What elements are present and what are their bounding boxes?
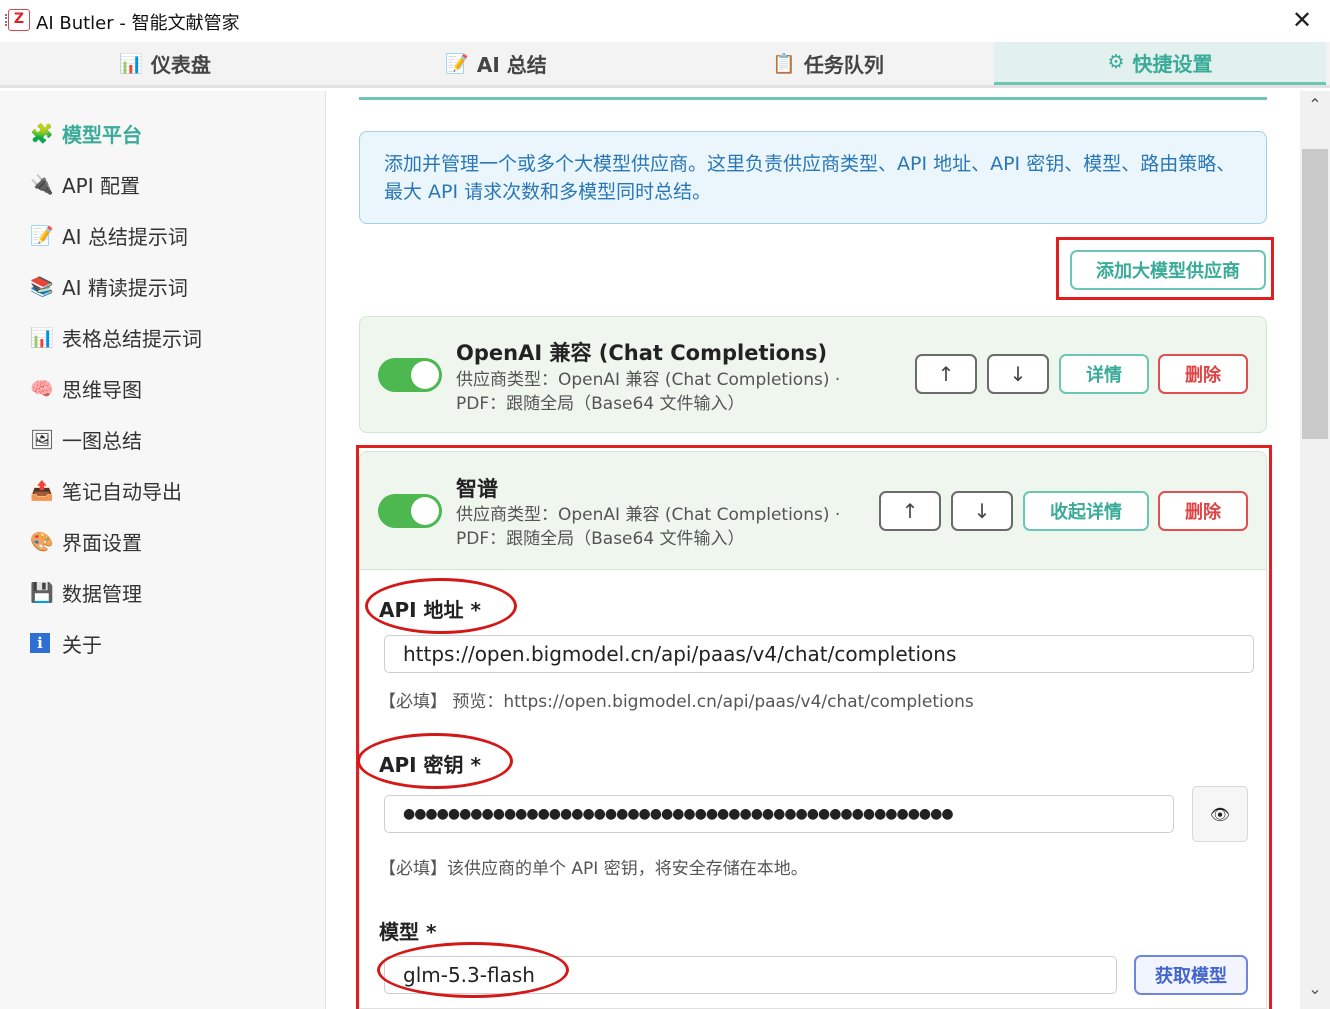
provider-name: OpenAI 兼容 (Chat Completions) <box>456 341 828 365</box>
collapse-details-button[interactable]: 收起详情 <box>1023 491 1149 531</box>
provider-name: 智谱 <box>456 477 498 501</box>
sidebar-item-label: AI 总结提示词 <box>62 224 188 249</box>
fetch-models-button[interactable]: 获取模型 <box>1134 955 1248 995</box>
sidebar-item-api-config[interactable]: 🔌 API 配置 <box>30 167 140 201</box>
sidebar-item-label: API 配置 <box>62 173 140 198</box>
tab-quick-settings[interactable]: ⚙ 快捷设置 <box>994 42 1326 85</box>
api-url-label: API 地址 * <box>379 598 481 622</box>
close-button[interactable]: ✕ <box>1288 6 1316 34</box>
sidebar-item-data-management[interactable]: 💾 数据管理 <box>30 575 142 609</box>
model-label: 模型 * <box>379 920 437 944</box>
top-tab-bar: 📊 仪表盘 📝 AI 总结 📋 任务队列 ⚙ 快捷设置 <box>0 42 1330 88</box>
details-button[interactable]: 详情 <box>1059 354 1149 394</box>
sidebar-item-note-export[interactable]: 📤 笔记自动导出 <box>30 473 182 507</box>
outbox-icon: 📤 <box>30 479 54 502</box>
content-scrollbar[interactable]: ⌃ ⌄ <box>1300 91 1330 1009</box>
sidebar-item-label: 一图总结 <box>62 428 142 453</box>
puzzle-icon: 🧩 <box>30 122 54 145</box>
bar-chart-icon: 📊 <box>30 326 54 349</box>
sidebar-item-mindmap[interactable]: 🧠 思维导图 <box>30 371 142 405</box>
sidebar-item-ui-settings[interactable]: 🎨 界面设置 <box>30 524 142 558</box>
api-url-input[interactable]: https://open.bigmodel.cn/api/paas/v4/cha… <box>384 635 1254 673</box>
provider-card-openai: OpenAI 兼容 (Chat Completions) 供应商类型：OpenA… <box>359 316 1267 433</box>
move-down-button[interactable]: ↓ <box>987 354 1049 394</box>
provider-enable-toggle[interactable] <box>378 494 442 528</box>
tab-ai-summary[interactable]: 📝 AI 总结 <box>330 42 662 85</box>
palette-icon: 🎨 <box>30 530 54 553</box>
brain-icon: 🧠 <box>30 377 54 400</box>
sidebar-item-summary-prompt[interactable]: 📝 AI 总结提示词 <box>30 218 188 252</box>
sidebar-item-label: 模型平台 <box>62 122 142 147</box>
tab-dashboard[interactable]: 📊 仪表盘 <box>0 42 330 85</box>
model-input[interactable]: glm-5.3-flash <box>384 956 1117 994</box>
scroll-up-arrow-icon[interactable]: ⌃ <box>1305 95 1325 115</box>
move-up-button[interactable]: ↑ <box>879 491 941 531</box>
delete-button[interactable]: 删除 <box>1158 491 1248 531</box>
title-bar: Z AI Butler - 智能文献管家 ✕ <box>0 0 1330 42</box>
sidebar-item-label: 笔记自动导出 <box>62 479 182 504</box>
model-value: glm-5.3-flash <box>403 963 535 987</box>
memo-icon: 📝 <box>30 224 54 247</box>
api-key-hint: 【必填】该供应商的单个 API 密钥，将安全存储在本地。 <box>379 859 808 879</box>
provider-details-form: API 地址 * https://open.bigmodel.cn/api/pa… <box>359 570 1267 1009</box>
provider-pdf-text: PDF：跟随全局（Base64 文件输入） <box>456 529 745 549</box>
api-url-hint: 【必填】 预览：https://open.bigmodel.cn/api/paa… <box>379 692 974 712</box>
picture-icon: 🖼 <box>30 428 55 451</box>
move-up-button[interactable]: ↑ <box>915 354 977 394</box>
delete-button[interactable]: 删除 <box>1158 354 1248 394</box>
tab-label: 任务队列 <box>803 53 884 77</box>
provider-meta: 供应商类型：OpenAI 兼容 (Chat Completions) · PDF… <box>456 503 840 551</box>
clipboard-icon: 📋 <box>772 53 796 75</box>
plug-icon: 🔌 <box>30 173 54 196</box>
tab-label: 快捷设置 <box>1132 51 1213 76</box>
provider-enable-toggle[interactable] <box>378 358 442 392</box>
sidebar-item-table-prompt[interactable]: 📊 表格总结提示词 <box>30 320 202 354</box>
books-icon: 📚 <box>30 275 54 298</box>
section-divider <box>359 97 1267 100</box>
tab-label: 仪表盘 <box>150 53 211 77</box>
info-banner: 添加并管理一个或多个大模型供应商。这里负责供应商类型、API 地址、API 密钥… <box>359 131 1267 224</box>
memo-icon: 📝 <box>445 53 469 75</box>
tab-task-queue[interactable]: 📋 任务队列 <box>662 42 994 85</box>
provider-type-text: 供应商类型：OpenAI 兼容 (Chat Completions) · <box>456 370 841 390</box>
provider-type-text: 供应商类型：OpenAI 兼容 (Chat Completions) · <box>456 505 841 525</box>
move-down-button[interactable]: ↓ <box>951 491 1013 531</box>
sidebar-item-deep-read-prompt[interactable]: 📚 AI 精读提示词 <box>30 269 188 303</box>
sidebar-item-label: 思维导图 <box>62 377 142 402</box>
sidebar-item-label: AI 精读提示词 <box>62 275 188 300</box>
sidebar-item-model-platform[interactable]: 🧩 模型平台 <box>30 116 142 150</box>
provider-pdf-text: PDF：跟随全局（Base64 文件输入） <box>456 394 745 414</box>
gear-icon: ⚙ <box>1107 51 1125 73</box>
sidebar-item-image-summary[interactable]: 🖼 一图总结 <box>30 422 142 456</box>
sidebar-item-about[interactable]: ℹ 关于 <box>30 626 102 660</box>
api-key-input[interactable]: ●●●●●●●●●●●●●●●●●●●●●●●●●●●●●●●●●●●●●●●●… <box>384 795 1174 833</box>
window-title: AI Butler - 智能文献管家 <box>36 13 240 34</box>
sidebar-item-label: 关于 <box>62 632 102 657</box>
provider-meta: 供应商类型：OpenAI 兼容 (Chat Completions) · PDF… <box>456 368 840 416</box>
add-provider-button[interactable]: 添加大模型供应商 <box>1070 250 1266 290</box>
provider-card-zhipu: 智谱 供应商类型：OpenAI 兼容 (Chat Completions) · … <box>359 451 1267 570</box>
api-key-label: API 密钥 * <box>379 753 481 777</box>
scroll-down-arrow-icon[interactable]: ⌄ <box>1305 979 1325 999</box>
info-icon: ℹ <box>30 633 50 653</box>
bar-chart-icon: 📊 <box>119 53 143 75</box>
sidebar-item-label: 界面设置 <box>62 530 142 555</box>
app-logo-icon: Z <box>5 9 30 31</box>
sidebar-item-label: 数据管理 <box>62 581 142 606</box>
settings-sidebar: 🧩 模型平台 🔌 API 配置 📝 AI 总结提示词 📚 AI 精读提示词 📊 … <box>0 91 326 1009</box>
tab-label: AI 总结 <box>476 53 547 77</box>
api-url-value: https://open.bigmodel.cn/api/paas/v4/cha… <box>403 642 957 666</box>
api-key-value: ●●●●●●●●●●●●●●●●●●●●●●●●●●●●●●●●●●●●●●●●… <box>403 806 954 822</box>
floppy-disk-icon: 💾 <box>30 581 54 604</box>
scroll-thumb[interactable] <box>1302 149 1328 439</box>
settings-content: 添加并管理一个或多个大模型供应商。这里负责供应商类型、API 地址、API 密钥… <box>327 91 1300 1009</box>
info-banner-text: 添加并管理一个或多个大模型供应商。这里负责供应商类型、API 地址、API 密钥… <box>384 153 1236 203</box>
sidebar-item-label: 表格总结提示词 <box>62 326 202 351</box>
show-key-button[interactable]: 👁 <box>1192 786 1248 842</box>
eye-icon: 👁 <box>1209 804 1231 824</box>
